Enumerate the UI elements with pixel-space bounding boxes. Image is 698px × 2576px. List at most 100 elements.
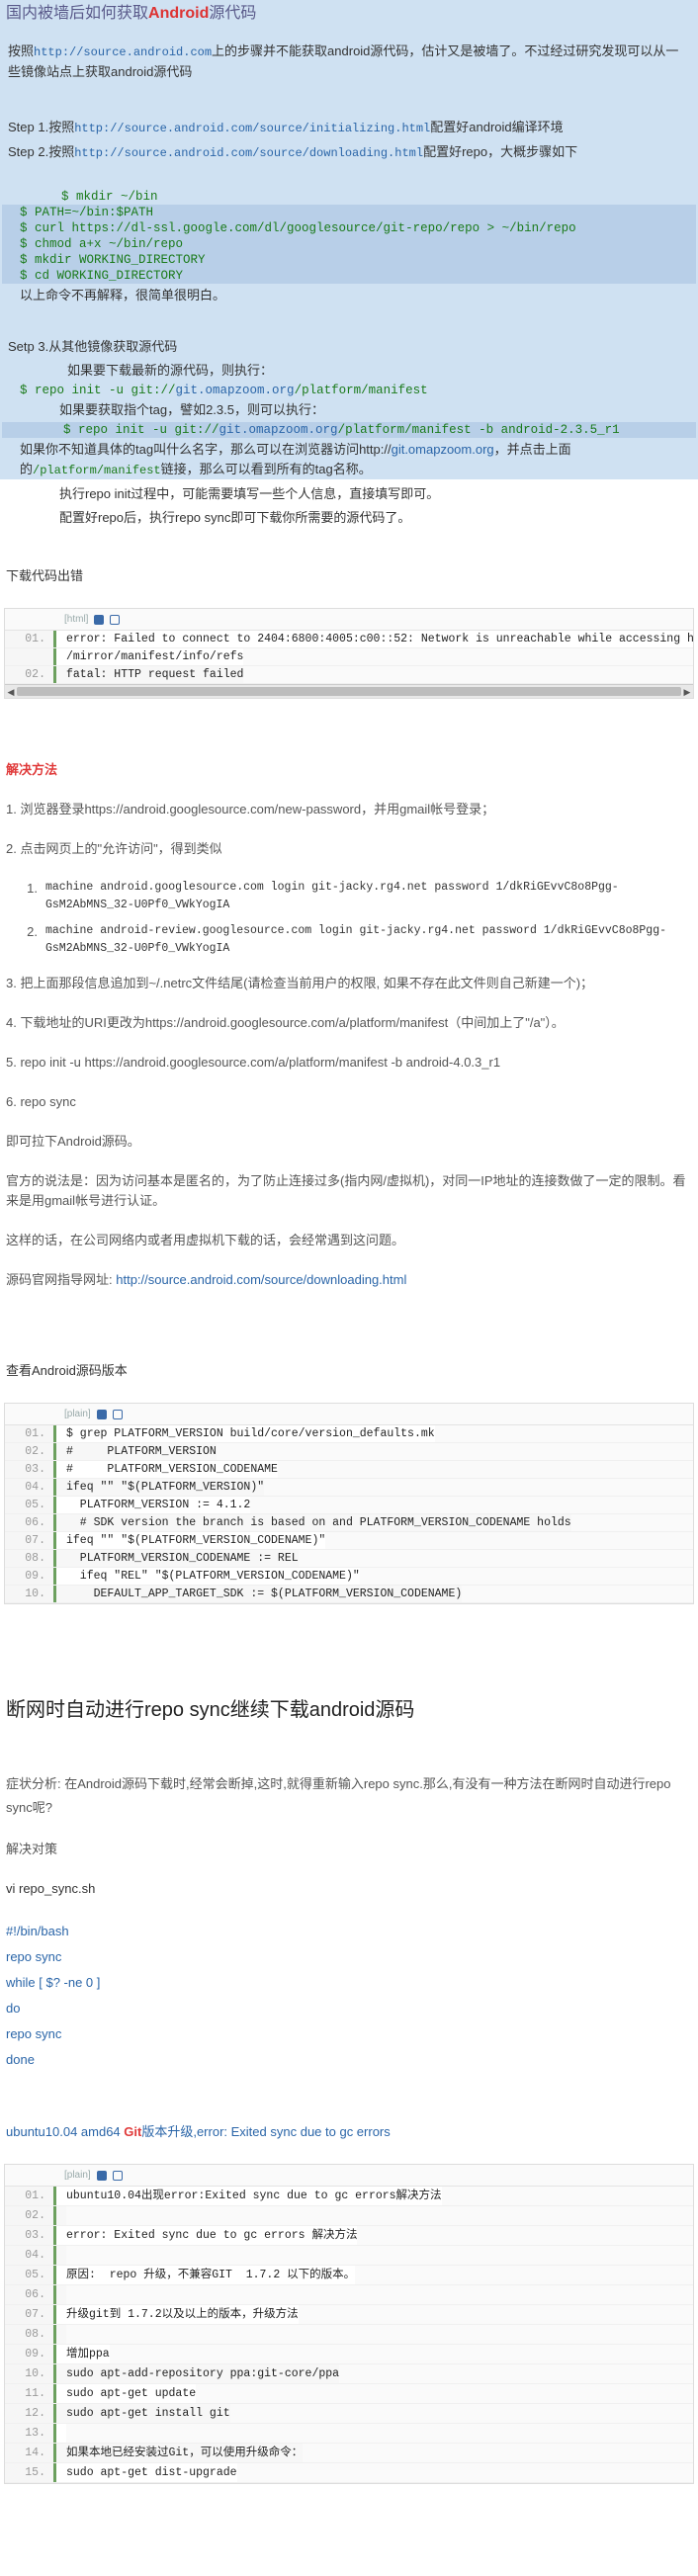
section-label: 下载代码出错	[6, 568, 84, 583]
downloading-guide-link[interactable]: http://source.android.com/source/downloa…	[116, 1272, 406, 1287]
code-line: 13.	[5, 2424, 693, 2444]
code-toolbar: [html]	[5, 609, 693, 631]
code-line: 03. # PLATFORM_VERSION_CODENAME	[5, 1461, 693, 1479]
code-line: 15. sudo apt-get dist-upgrade	[5, 2463, 693, 2483]
code-line: 06. # SDK version the branch is based on…	[5, 1514, 693, 1532]
code-line: 09. ifeq "REL" "$(PLATFORM_VERSION_CODEN…	[5, 1568, 693, 1586]
code-line: 07. 升级git到 1.7.2以及以上的版本，升级方法	[5, 2305, 693, 2325]
autosync-section: 断网时自动进行repo sync继续下载android源码 症状分析: 在And…	[0, 1691, 698, 2073]
solution-steps: 3. 把上面那段信息追加到~/.netrc文件结尾(请检查当前用户的权限, 如果…	[0, 974, 698, 1290]
step-3: Setp 3.从其他镜像获取源代码	[8, 339, 178, 354]
source-link[interactable]: http://source.android.com	[34, 45, 212, 59]
note: 以上命令不再解释，很简单很明白。	[20, 288, 226, 302]
repo-commands: $ mkdir ~/bin $ PATH=~/bin:$PATH $ curl …	[2, 189, 696, 284]
code-line: 01. error: Failed to connect to 2404:6800…	[5, 631, 693, 648]
code-lang: [plain]	[64, 2169, 91, 2181]
step-2: Step 2.按照http://source.android.com/sourc…	[8, 144, 578, 160]
code-line: 05. PLATFORM_VERSION := 4.1.2	[5, 1497, 693, 1514]
scroll-thumb[interactable]	[17, 687, 681, 696]
company-network-note: 这样的话，在公司网络内或者用虚拟机下载的话，会经常遇到这问题。	[6, 1233, 405, 1247]
code-toolbar: [plain]	[5, 1404, 693, 1425]
view-plain-icon[interactable]	[94, 614, 105, 625]
ubuntu-section: ubuntu10.04 amd64 Git版本升级,error: Exited …	[0, 2122, 698, 2142]
command-line: $ PATH=~/bin:$PATH	[2, 205, 696, 220]
official-explanation: 官方的说法是：因为访问基本是匿名的，为了防止连接过多(指内网/虚拟机)，对同一I…	[6, 1173, 686, 1208]
code-box-version: [plain] 01. $ grep PLATFORM_VERSION build…	[4, 1403, 694, 1604]
code-line: 09. 增加ppa	[5, 2345, 693, 2364]
code-line: 01. $ grep PLATFORM_VERSION build/core/ve…	[5, 1425, 693, 1443]
command-line: $ mkdir WORKING_DIRECTORY	[2, 252, 696, 268]
symptom-analysis: 症状分析: 在Android源码下载时,经常会断掉,这时,就得重新输入repo …	[6, 1776, 671, 1815]
title-text: 国内被墙后如何获取	[6, 5, 149, 22]
copy-icon[interactable]	[112, 2170, 123, 2181]
command-line: $ chmod a+x ~/bin/repo	[2, 236, 696, 252]
code-line: 03. error: Exited sync due to gc errors 解…	[5, 2226, 693, 2246]
version-section: 查看Android源码版本	[0, 1361, 698, 1381]
solution-step-3: 3. 把上面那段信息追加到~/.netrc文件结尾(请检查当前用户的权限, 如果…	[6, 976, 594, 990]
intro-paragraph: 按照http://source.android.com上的步骤并不能获取andr…	[8, 43, 679, 79]
netrc-list: 1. machine android.googlesource.com login…	[0, 875, 698, 962]
script-line: #!/bin/bash	[6, 1924, 69, 1938]
code-box-ubuntu: [plain] 01. ubuntu10.04出现error:Exited syn…	[4, 2164, 694, 2484]
view-plain-icon[interactable]	[96, 1409, 107, 1419]
omapzoom-link[interactable]: git.omapzoom.org	[392, 442, 494, 457]
title-text-end: 源代码	[209, 5, 257, 22]
script-line: while [ $? -ne 0 ]	[6, 1975, 101, 1990]
script-line: done	[6, 2052, 35, 2067]
code-line: 07. ifeq "" "$(PLATFORM_VERSION_CODENAME)…	[5, 1532, 693, 1550]
code-line: 04. ifeq "" "$(PLATFORM_VERSION)"	[5, 1479, 693, 1497]
script-line: repo sync	[6, 1949, 62, 1964]
code-line: 10. DEFAULT_APP_TARGET_SDK := $(PLATFORM…	[5, 1586, 693, 1603]
scroll-left-icon[interactable]: ◀	[5, 685, 17, 699]
list-item: 2. machine android-review.googlesource.co…	[27, 924, 667, 955]
solution-title: 解决方法	[6, 762, 58, 777]
code-toolbar: [plain]	[5, 2165, 693, 2187]
ubuntu-title: ubuntu10.04 amd64 Git版本升级,error: Exited …	[6, 2124, 391, 2139]
code-line: 04.	[5, 2246, 693, 2266]
command-line: $ mkdir ~/bin	[61, 190, 158, 204]
code-lang: [plain]	[64, 1408, 91, 1419]
horizontal-scrollbar[interactable]: ◀ ▶	[5, 684, 693, 698]
code-line: 10. sudo apt-add-repository ppa:git-core/…	[5, 2364, 693, 2384]
code-line: 06.	[5, 2285, 693, 2305]
solution-section: 解决方法 1. 浏览器登录https://android.googlesourc…	[0, 760, 698, 859]
solution-label: 解决对策	[6, 1842, 58, 1856]
article-title: 国内被墙后如何获取Android源代码	[2, 0, 696, 28]
script-line: do	[6, 2001, 21, 2016]
scroll-right-icon[interactable]: ▶	[681, 685, 693, 699]
step-1: Step 1.按照http://source.android.com/sourc…	[8, 120, 564, 135]
script-line: repo sync	[6, 2026, 62, 2041]
solution-step-6: 6. repo sync	[6, 1094, 76, 1109]
code-line: 12. sudo apt-get install git	[5, 2404, 693, 2424]
code-lang: [html]	[64, 613, 89, 625]
command-line: $ curl https://dl-ssl.google.com/dl/goog…	[2, 220, 696, 236]
step-3-info: 执行repo init过程中，可能需要填写一些个人信息，直接填写即可。	[59, 486, 440, 501]
code-line: 11. sudo apt-get update	[5, 2384, 693, 2404]
list-item: 1. machine android.googlesource.com login…	[27, 881, 619, 911]
section-label: 查看Android源码版本	[6, 1363, 128, 1378]
solution-result: 即可拉下Android源码。	[6, 1134, 140, 1149]
sync-script: #!/bin/bash repo sync while [ $? -ne 0 ]…	[6, 1919, 692, 2073]
code-line: 08. PLATFORM_VERSION_CODENAME := REL	[5, 1550, 693, 1568]
code-line: 05. 原因: repo 升级，不兼容GIT 1.7.2 以下的版本。	[5, 2266, 693, 2285]
copy-icon[interactable]	[110, 614, 121, 625]
title-bold: Android	[148, 5, 210, 22]
git-keyword[interactable]: Git	[124, 2124, 141, 2139]
step-3-tag: 如果要获取指个tag，譬如2.3.5，则可以执行：	[59, 402, 324, 417]
solution-step-2: 2. 点击网页上的"允许访问"，得到类似	[6, 841, 222, 856]
repo-init-tag-command: $ repo init -u git://git.omapzoom.org/pl…	[2, 422, 696, 438]
code-line: /mirror/manifest/info/refs	[5, 648, 693, 666]
copy-icon[interactable]	[112, 1409, 123, 1419]
official-guide: 源码官网指导网址: http://source.android.com/sour…	[6, 1272, 407, 1287]
initializing-link[interactable]: http://source.android.com/source/initial…	[74, 122, 430, 135]
code-line: 02.	[5, 2206, 693, 2226]
vi-command: vi repo_sync.sh	[6, 1881, 96, 1896]
command-line: $ cd WORKING_DIRECTORY	[2, 268, 696, 284]
repo-init-command: $ repo init -u git://git.omapzoom.org/pl…	[20, 384, 428, 397]
view-plain-icon[interactable]	[96, 2170, 107, 2181]
code-box-error: [html] 01. error: Failed to connect to 24…	[4, 608, 694, 699]
solution-step-4: 4. 下载地址的URI更改为https://android.googlesour…	[6, 1015, 565, 1030]
solution-step-1: 1. 浏览器登录https://android.googlesource.com…	[6, 802, 495, 816]
download-error-section: 下载代码出错	[0, 566, 698, 586]
downloading-link[interactable]: http://source.android.com/source/downloa…	[74, 146, 423, 160]
